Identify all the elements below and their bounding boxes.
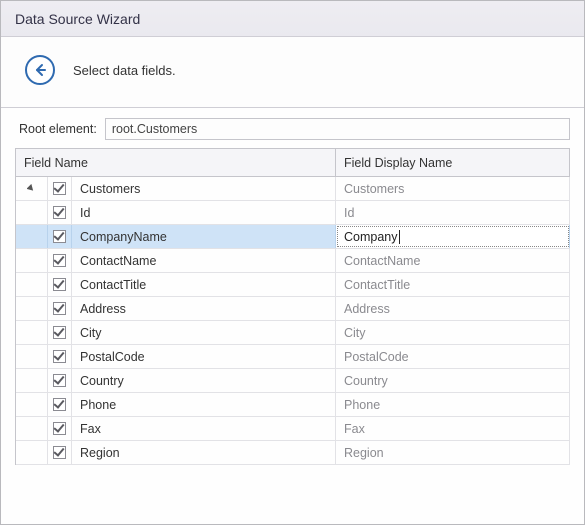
tree-child-row[interactable]: Country Country — [16, 369, 570, 393]
field-display-cell[interactable]: PostalCode — [336, 345, 570, 368]
tree-indent — [16, 345, 48, 368]
col-field-display[interactable]: Field Display Name — [336, 149, 570, 176]
field-checkbox[interactable] — [53, 182, 66, 195]
tree-child-row[interactable]: Id Id — [16, 201, 570, 225]
tree-indent — [16, 441, 48, 464]
tree-indent — [16, 249, 48, 272]
field-name-cell[interactable]: ContactName — [72, 249, 336, 272]
field-name-cell[interactable]: Region — [72, 441, 336, 464]
field-display-cell[interactable]: Country — [336, 369, 570, 392]
field-name-cell[interactable]: Fax — [72, 417, 336, 440]
tree-indent — [16, 369, 48, 392]
grid-header: Field Name Field Display Name — [16, 149, 570, 177]
field-display-cell[interactable]: Fax — [336, 417, 570, 440]
tree-indent — [16, 321, 48, 344]
field-checkbox[interactable] — [53, 206, 66, 219]
field-checkbox[interactable] — [53, 374, 66, 387]
fields-grid: Field Name Field Display Name Customers … — [15, 148, 570, 465]
tree-indent — [16, 393, 48, 416]
col-field-name[interactable]: Field Name — [16, 149, 336, 176]
field-checkbox[interactable] — [53, 446, 66, 459]
field-display-cell[interactable]: Id — [336, 201, 570, 224]
field-name-cell[interactable]: Country — [72, 369, 336, 392]
field-display-cell[interactable]: Region — [336, 441, 570, 464]
window-title: Data Source Wizard — [15, 11, 140, 27]
tree-child-row[interactable]: CompanyName Company — [16, 225, 570, 249]
field-checkbox[interactable] — [53, 230, 66, 243]
field-display-cell[interactable]: ContactName — [336, 249, 570, 272]
back-button[interactable] — [25, 55, 55, 85]
field-display-cell[interactable]: ContactTitle — [336, 273, 570, 296]
tree-indent — [16, 273, 48, 296]
field-checkbox[interactable] — [53, 302, 66, 315]
field-checkbox[interactable] — [53, 350, 66, 363]
tree-child-row[interactable]: Phone Phone — [16, 393, 570, 417]
field-checkbox[interactable] — [53, 326, 66, 339]
field-display-cell[interactable]: City — [336, 321, 570, 344]
field-name-cell[interactable]: Phone — [72, 393, 336, 416]
tree-indent — [16, 201, 48, 224]
field-display-cell[interactable]: Company — [336, 225, 570, 248]
field-display-cell[interactable]: Address — [336, 297, 570, 320]
wizard-window: Data Source Wizard Select data fields. R… — [0, 0, 585, 525]
tree-child-row[interactable]: City City — [16, 321, 570, 345]
tree-parent-row[interactable]: Customers Customers — [16, 177, 570, 201]
root-element-label: Root element: — [19, 122, 97, 136]
grid-body: Customers Customers Id Id CompanyName Co… — [16, 177, 570, 465]
field-display-cell[interactable]: Customers — [336, 177, 570, 200]
tree-child-row[interactable]: Region Region — [16, 441, 570, 465]
tree-child-row[interactable]: PostalCode PostalCode — [16, 345, 570, 369]
tree-child-row[interactable]: Address Address — [16, 297, 570, 321]
field-name-cell[interactable]: Address — [72, 297, 336, 320]
tree-indent — [16, 225, 48, 248]
tree-indent — [16, 417, 48, 440]
window-titlebar: Data Source Wizard — [1, 1, 584, 37]
field-name-cell[interactable]: City — [72, 321, 336, 344]
back-arrow-icon — [32, 62, 48, 78]
root-element-input[interactable] — [105, 118, 570, 140]
field-checkbox[interactable] — [53, 254, 66, 267]
field-display-cell[interactable]: Phone — [336, 393, 570, 416]
field-name-cell[interactable]: Customers — [72, 177, 336, 200]
root-element-row: Root element: — [1, 108, 584, 146]
field-checkbox[interactable] — [53, 398, 66, 411]
expand-caret-icon[interactable] — [27, 184, 36, 193]
tree-child-row[interactable]: ContactTitle ContactTitle — [16, 273, 570, 297]
wizard-header: Select data fields. — [1, 37, 584, 108]
field-name-cell[interactable]: CompanyName — [72, 225, 336, 248]
field-name-cell[interactable]: Id — [72, 201, 336, 224]
text-cursor-icon — [399, 230, 400, 244]
wizard-instruction: Select data fields. — [73, 63, 176, 78]
tree-indent — [16, 297, 48, 320]
field-checkbox[interactable] — [53, 278, 66, 291]
field-checkbox[interactable] — [53, 422, 66, 435]
field-name-cell[interactable]: PostalCode — [72, 345, 336, 368]
field-name-cell[interactable]: ContactTitle — [72, 273, 336, 296]
tree-child-row[interactable]: ContactName ContactName — [16, 249, 570, 273]
tree-child-row[interactable]: Fax Fax — [16, 417, 570, 441]
